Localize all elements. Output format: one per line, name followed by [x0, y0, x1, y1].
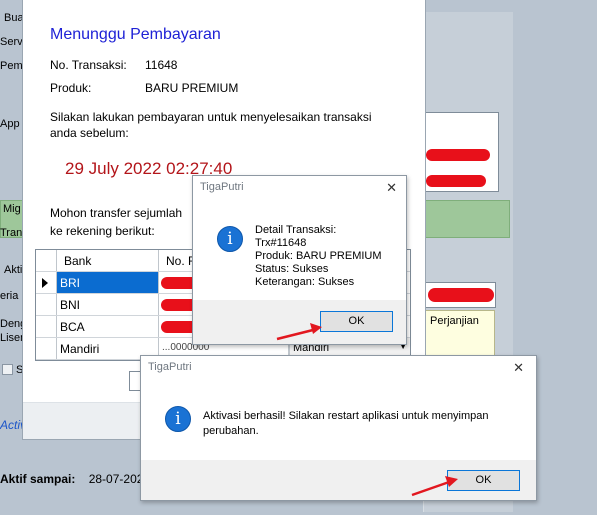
bg-serial-field	[423, 282, 496, 308]
transaction-value: 11648	[145, 58, 178, 72]
grid-cell-bank[interactable]: BRI	[57, 272, 159, 293]
instruction-line-1: Silakan lakukan pembayaran untuk menyele…	[50, 110, 372, 124]
redaction-mark	[428, 288, 494, 302]
bg-label-bua: Bua	[4, 12, 24, 24]
close-icon[interactable]: ✕	[513, 360, 524, 376]
grid-indicator-cell	[36, 316, 57, 337]
detail-line-5: Keterangan: Sukses	[255, 276, 355, 288]
dialog-footer: OK	[141, 460, 536, 500]
grid-header-bank[interactable]: Bank	[57, 250, 159, 271]
grid-indicator-cell	[36, 294, 57, 315]
info-icon: i	[217, 226, 243, 252]
detail-text: Detail Transaksi: Trx#11648 Produk: BARU…	[255, 224, 382, 289]
bg-label-akti: Akti	[4, 264, 23, 276]
transfer-line-2: ke rekening berikut:	[50, 224, 155, 238]
bg-key-box	[423, 112, 499, 192]
bg-label-mig: Mig	[3, 203, 21, 215]
row-pointer-icon	[42, 278, 48, 288]
transaction-row: No. Transaksi: 11648	[50, 58, 177, 72]
detail-line-2: Trx#11648	[255, 237, 307, 249]
bg-aktif-label: Aktif sampai:	[0, 472, 76, 486]
bg-agreement-text: Perjanjian	[430, 315, 479, 327]
grid-indicator-cell	[36, 250, 57, 271]
detail-line-4: Status: Sukses	[255, 263, 329, 275]
bg-aktif-row: Aktif sampai: 28-07-2023	[0, 472, 150, 486]
grid-cell-bank[interactable]: BNI	[57, 294, 159, 315]
close-icon[interactable]: ✕	[386, 180, 397, 196]
transfer-line-1: Mohon transfer sejumlah	[50, 206, 183, 220]
ok-button[interactable]: OK	[447, 470, 520, 491]
payment-title: Menunggu Pembayaran	[50, 26, 221, 43]
grid-cell-bank[interactable]: BCA	[57, 316, 159, 337]
detail-line-3: Produk: BARU PREMIUM	[255, 250, 382, 262]
grid-indicator-cell	[36, 338, 57, 359]
instruction-line-2: anda sebelum:	[50, 126, 129, 140]
dialog-footer: OK	[193, 300, 406, 344]
bg-checkbox[interactable]	[2, 364, 13, 375]
product-row: Produk: BARU PREMIUM	[50, 81, 238, 95]
activation-success-dialog: TigaPutri ✕ i Aktivasi berhasil! Silakan…	[140, 355, 537, 501]
activation-line-2: perubahan.	[203, 425, 259, 437]
product-label: Produk:	[50, 81, 92, 95]
redaction-mark	[426, 175, 486, 187]
bg-agreement-box: Perjanjian	[423, 310, 495, 358]
bg-label-eria: eria	[0, 290, 19, 302]
dialog-title: TigaPutri	[148, 361, 192, 373]
transaction-label: No. Transaksi:	[50, 58, 127, 72]
detail-line-1: Detail Transaksi:	[255, 224, 337, 236]
redaction-mark	[426, 149, 490, 161]
info-icon: i	[165, 406, 191, 432]
detail-transaction-dialog: TigaPutri ✕ i Detail Transaksi: Trx#1164…	[192, 175, 407, 345]
activation-text: Aktivasi berhasil! Silakan restart aplik…	[203, 409, 489, 439]
dialog-title: TigaPutri	[200, 181, 244, 193]
grid-indicator-cell	[36, 272, 57, 293]
activation-line-1: Aktivasi berhasil! Silakan restart aplik…	[203, 410, 489, 422]
product-value: BARU PREMIUM	[145, 81, 239, 95]
ok-button[interactable]: OK	[320, 311, 393, 332]
